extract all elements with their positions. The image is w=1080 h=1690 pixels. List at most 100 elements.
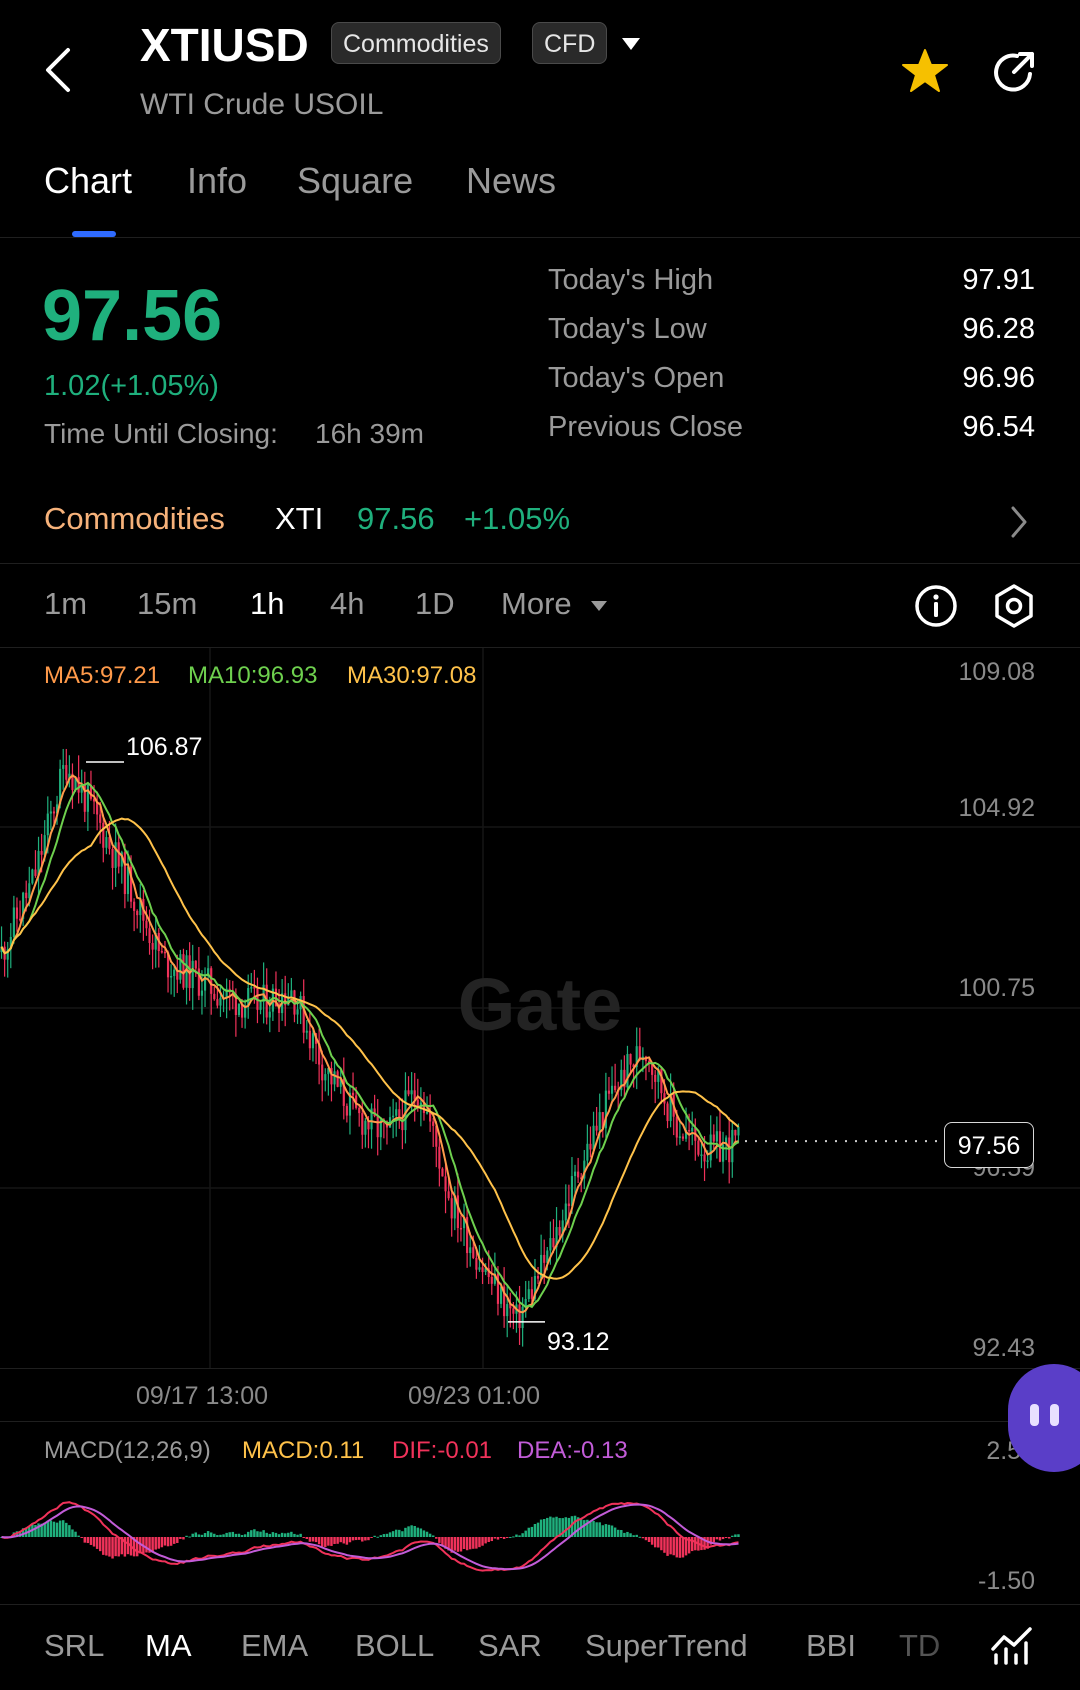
indicator-ema[interactable]: EMA [241, 1628, 308, 1664]
candle [617, 1090, 620, 1092]
candle [493, 1273, 496, 1284]
macd-bar [533, 1523, 537, 1537]
indicator-sar[interactable]: SAR [478, 1628, 542, 1664]
macd-bar [31, 1524, 34, 1537]
macd-bar [367, 1537, 370, 1541]
macd-bar [111, 1537, 114, 1559]
timeframe-15m[interactable]: 15m [137, 586, 197, 622]
low-price-label: 93.12 [547, 1328, 610, 1356]
stat-label-low: Today's Low [548, 313, 707, 345]
macd-bar [512, 1536, 515, 1538]
macd-bar [709, 1537, 712, 1545]
tab-square[interactable]: Square [297, 160, 413, 202]
candle [435, 1125, 438, 1147]
macd-bar [422, 1530, 426, 1537]
macd-bar [197, 1534, 201, 1537]
macd-bar [237, 1533, 241, 1537]
tab-chart[interactable]: Chart [44, 160, 132, 202]
candle [225, 988, 228, 998]
macd-bar [376, 1536, 379, 1538]
candle [302, 996, 305, 1033]
candle [330, 1068, 333, 1085]
stat-value-high: 97.91 [962, 264, 1035, 296]
macd-bar [314, 1537, 318, 1543]
macd-bar [271, 1532, 275, 1537]
timeframe-more[interactable]: More [501, 586, 572, 622]
market-price: 97.56 [357, 501, 435, 536]
macd-bar [37, 1523, 40, 1537]
macd-bar [576, 1517, 580, 1537]
timeframe-1d[interactable]: 1D [415, 586, 455, 622]
macd-bar [450, 1537, 453, 1553]
macd-bar [117, 1537, 120, 1557]
market-row[interactable]: Commodities XTI 97.56 +1.05% [0, 482, 1080, 558]
indicator-bbi[interactable]: BBI [806, 1628, 856, 1664]
candle [709, 1134, 712, 1161]
macd-bar [394, 1529, 398, 1537]
candle [194, 960, 197, 969]
timeframe-4h[interactable]: 4h [330, 586, 364, 622]
share-button[interactable] [990, 48, 1038, 96]
floating-assistant-button[interactable] [1008, 1364, 1080, 1472]
indicator-srl[interactable]: SRL [44, 1628, 104, 1664]
macd-bar [327, 1537, 330, 1546]
macd-bar [172, 1537, 176, 1544]
stat-label-high: Today's High [548, 264, 714, 296]
candle [308, 1030, 311, 1049]
candle [533, 1275, 537, 1299]
candle [290, 990, 293, 997]
candle [657, 1068, 660, 1082]
candle [447, 1191, 450, 1199]
macd-bar [382, 1534, 386, 1537]
macd-bar [635, 1534, 638, 1537]
indicator-ma[interactable]: MA [145, 1628, 192, 1664]
indicator-boll[interactable]: BOLL [355, 1628, 434, 1664]
candle [410, 1090, 413, 1095]
candle [472, 1247, 475, 1258]
macd-bar [462, 1537, 466, 1549]
symbol-title: XTIUSD [140, 19, 309, 71]
candle [240, 1003, 244, 1018]
candle [314, 1033, 318, 1044]
macd-bar [80, 1537, 83, 1538]
candle [392, 1115, 395, 1118]
symbol-dropdown-icon[interactable] [620, 34, 642, 54]
tab-news[interactable]: News [466, 160, 556, 202]
macd-bar [95, 1537, 99, 1549]
more-dropdown-icon[interactable] [589, 598, 609, 614]
macd-bar [370, 1537, 373, 1538]
ma5-label: MA5:97.21 [44, 662, 161, 689]
macd-bar [216, 1535, 219, 1537]
favorite-button[interactable] [900, 47, 950, 97]
candle [327, 1068, 330, 1075]
timeframe-1m[interactable]: 1m [44, 586, 87, 622]
macd-bar [169, 1537, 173, 1546]
candle [595, 1125, 598, 1131]
candle [654, 1074, 657, 1082]
last-price: 97.56 [42, 276, 223, 356]
macd-bar [6, 1537, 9, 1539]
macd-bar [15, 1531, 19, 1537]
indicator-settings-button[interactable] [990, 1625, 1034, 1665]
timeframe-1h[interactable]: 1h [250, 586, 284, 622]
candle [524, 1299, 527, 1307]
candle [515, 1304, 518, 1314]
back-button[interactable] [40, 44, 80, 96]
chart-settings-button[interactable] [992, 583, 1036, 629]
candle [376, 1116, 379, 1138]
assistant-eye [1030, 1404, 1039, 1426]
candle [250, 987, 253, 989]
macd-bar [317, 1537, 321, 1545]
candle [336, 1071, 339, 1087]
macd-bar [706, 1537, 709, 1549]
candle [552, 1238, 555, 1248]
macd-bar [481, 1537, 484, 1546]
macd-bar [148, 1537, 151, 1553]
tab-info[interactable]: Info [187, 160, 247, 202]
macd-bar [401, 1531, 404, 1537]
candle [570, 1176, 574, 1207]
chart-info-button[interactable] [914, 584, 958, 628]
candle [139, 899, 142, 916]
macd-bar [250, 1530, 253, 1537]
indicator-supertrend[interactable]: SuperTrend [585, 1628, 748, 1664]
